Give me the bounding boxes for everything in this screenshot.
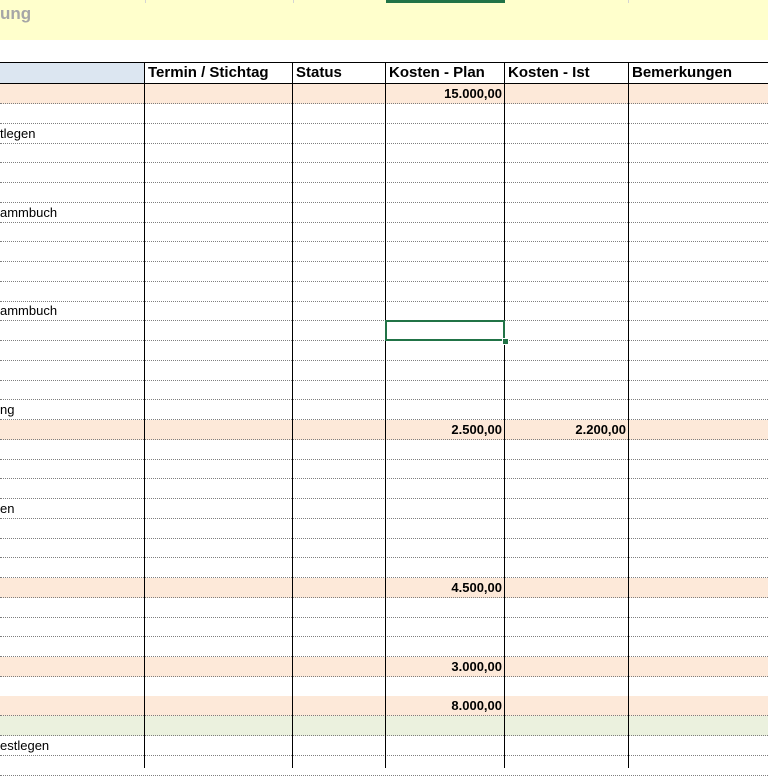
cost-plan-value: 4.500,00: [451, 580, 502, 595]
section-row[interactable]: 8.000,00: [0, 696, 768, 716]
table-row[interactable]: ng: [0, 400, 768, 420]
table-row[interactable]: [0, 677, 768, 697]
table-row[interactable]: [0, 222, 768, 242]
section-row[interactable]: 15.000,00: [0, 84, 768, 104]
task-label: estlegen: [0, 738, 50, 753]
column-header-termin[interactable]: Termin / Stichtag: [145, 62, 293, 84]
cost-plan-value: 2.500,00: [451, 422, 502, 437]
table-row[interactable]: [0, 598, 768, 618]
table-row[interactable]: [0, 104, 768, 124]
cost-actual-value: 2.200,00: [575, 422, 626, 437]
table-row[interactable]: [0, 321, 768, 341]
table-row[interactable]: [0, 183, 768, 203]
column-divider: [385, 62, 386, 768]
task-label: tlegen: [0, 126, 36, 141]
column-divider: [292, 62, 293, 768]
cost-plan-value: 8.000,00: [451, 698, 502, 713]
table-row[interactable]: [0, 756, 768, 776]
column-boundary-tick: [145, 0, 146, 3]
table-row[interactable]: [0, 380, 768, 400]
table-row[interactable]: [0, 440, 768, 460]
table-row[interactable]: [0, 262, 768, 282]
column-header-kosten-ist[interactable]: Kosten - Ist: [505, 62, 629, 84]
table-row[interactable]: tlegen: [0, 124, 768, 144]
fill-handle[interactable]: [502, 338, 509, 345]
table-row[interactable]: [0, 716, 768, 736]
column-divider: [144, 62, 145, 768]
table-row[interactable]: [0, 143, 768, 163]
table-row[interactable]: [0, 163, 768, 183]
table-row[interactable]: estlegen: [0, 736, 768, 756]
table-row[interactable]: [0, 538, 768, 558]
sheet-title: ung: [0, 4, 32, 23]
table-row[interactable]: [0, 282, 768, 302]
task-label: ammbuch: [0, 303, 58, 318]
column-header-task[interactable]: [0, 62, 145, 84]
section-row[interactable]: 2.500,00 2.200,00: [0, 420, 768, 440]
table-row[interactable]: en: [0, 499, 768, 519]
column-header-bemerkungen[interactable]: Bemerkungen: [629, 62, 768, 84]
table-row[interactable]: [0, 361, 768, 381]
selected-cell[interactable]: [385, 320, 505, 341]
section-row[interactable]: 3.000,00: [0, 657, 768, 677]
table-row[interactable]: [0, 637, 768, 657]
table-row[interactable]: [0, 617, 768, 637]
task-label: ammbuch: [0, 205, 58, 220]
column-boundary-tick: [293, 0, 294, 3]
column-header-status[interactable]: Status: [293, 62, 386, 84]
cost-plan-value: 3.000,00: [451, 659, 502, 674]
cost-plan-value: 15.000,00: [444, 86, 502, 101]
column-divider: [628, 62, 629, 768]
section-row[interactable]: 4.500,00: [0, 578, 768, 598]
table-row[interactable]: [0, 479, 768, 499]
spreadsheet-grid[interactable]: ung Termin / Stichtag Status Kosten - Pl…: [0, 0, 768, 776]
column-boundary-tick: [628, 0, 629, 3]
table-row[interactable]: [0, 558, 768, 578]
table-row[interactable]: [0, 242, 768, 262]
table-row[interactable]: ammbuch: [0, 301, 768, 321]
table-row[interactable]: [0, 519, 768, 539]
task-label: ng: [0, 402, 15, 417]
task-label: en: [0, 501, 15, 516]
column-header-kosten-plan[interactable]: Kosten - Plan: [386, 62, 505, 84]
column-divider: [504, 62, 505, 768]
active-column-indicator: [386, 0, 505, 3]
table-row[interactable]: ammbuch: [0, 203, 768, 223]
table-row[interactable]: [0, 459, 768, 479]
table-header: Termin / Stichtag Status Kosten - Plan K…: [0, 62, 768, 84]
table-row[interactable]: [0, 341, 768, 361]
title-banner: ung: [0, 0, 768, 40]
